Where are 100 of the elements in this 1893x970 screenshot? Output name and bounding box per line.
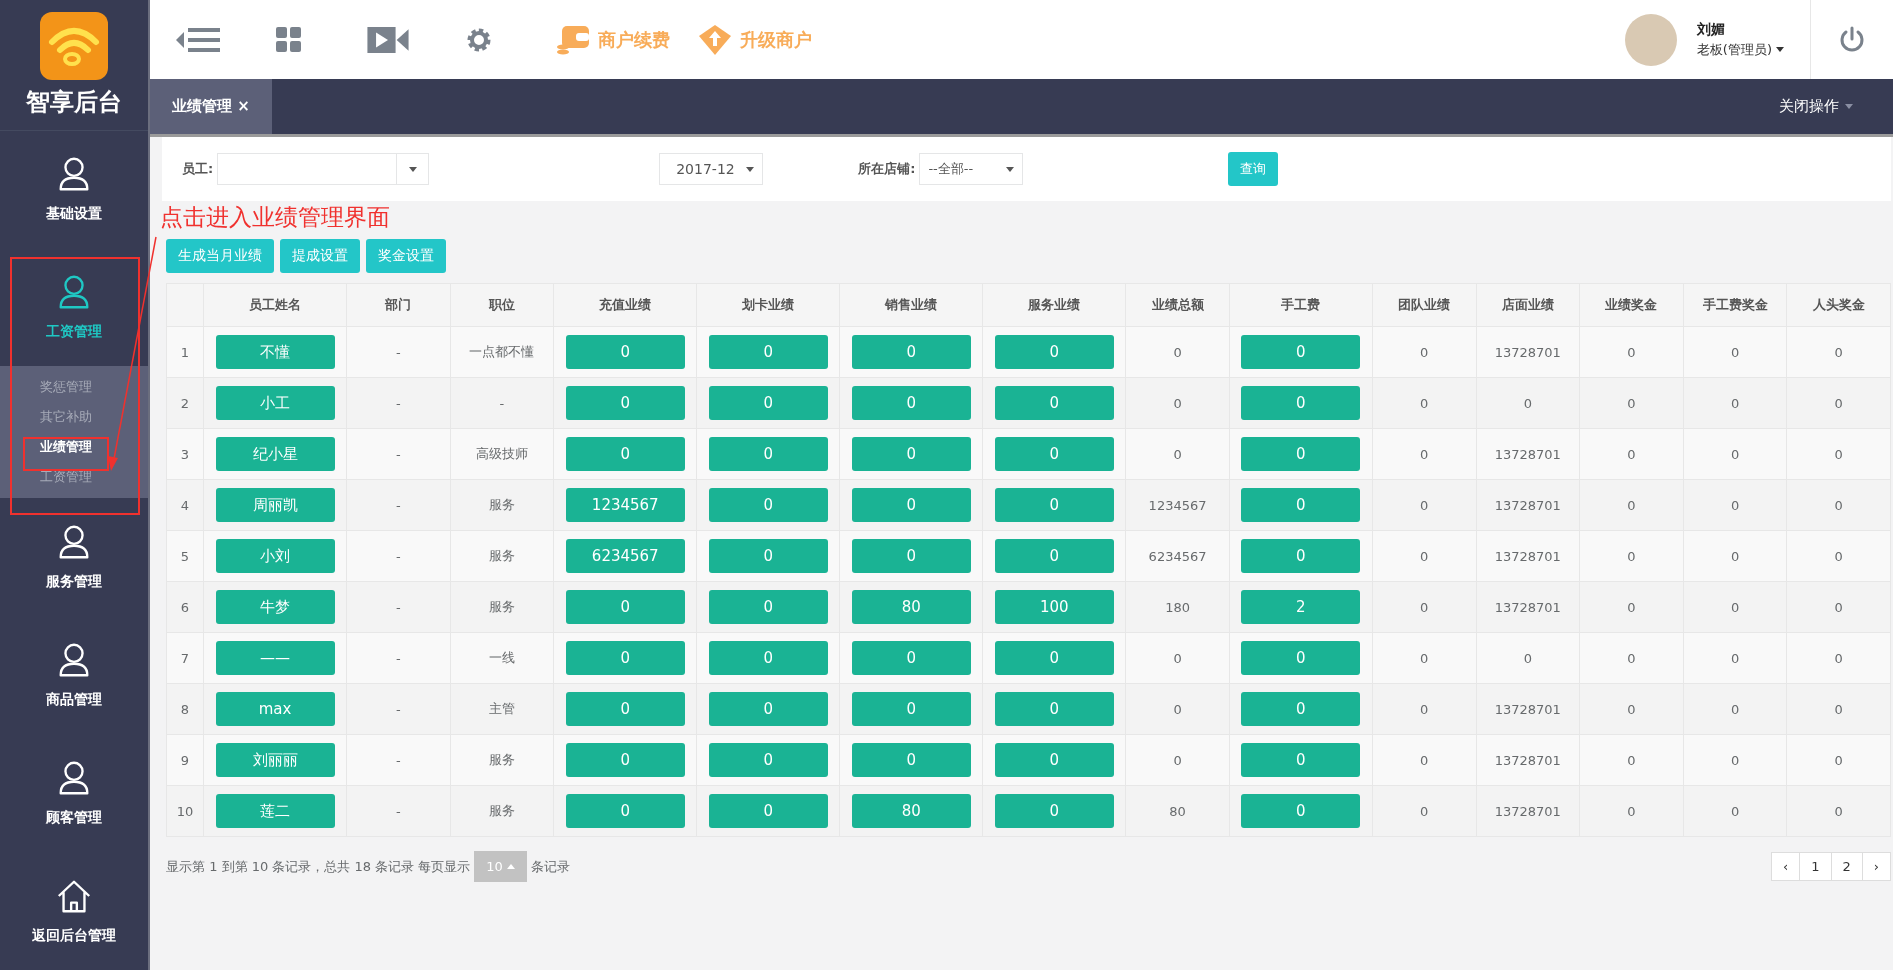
sidebar-item[interactable]: 商品管理 [0,616,148,735]
value-button[interactable]: 2 [1241,590,1361,624]
value-button[interactable]: 0 [708,488,828,522]
value-button[interactable]: 80 [851,590,971,624]
value-button[interactable]: 纪小星 [215,437,335,471]
value-button[interactable]: 0 [1241,437,1361,471]
value-button[interactable]: 0 [994,794,1114,828]
value-button[interactable]: 0 [1241,335,1361,369]
value-button[interactable]: 0 [994,437,1114,471]
value-button[interactable]: 0 [851,692,971,726]
query-button[interactable]: 查询 [1228,152,1279,186]
value-button[interactable]: 小刘 [215,539,335,573]
value-button[interactable]: 0 [708,692,828,726]
value-button[interactable]: 0 [851,335,971,369]
value-button[interactable]: 0 [994,641,1114,675]
value-button[interactable]: 0 [1241,794,1361,828]
value-button[interactable]: 0 [994,692,1114,726]
page-button[interactable]: 2 [1830,852,1863,881]
value-button[interactable]: 0 [851,437,971,471]
user-role-menu[interactable]: 老板(管理员) [1696,40,1784,59]
value-button[interactable]: 0 [994,386,1114,420]
table-cell: 13728701 [1494,446,1561,462]
value-button[interactable]: 0 [1241,488,1361,522]
value-button[interactable]: 周丽凯 [215,488,335,522]
grid-icon[interactable] [276,26,302,53]
value-button[interactable]: 0 [851,641,971,675]
value-button[interactable]: 0 [565,641,685,675]
close-operations-menu[interactable]: 关闭操作 [1779,79,1893,134]
table-cell: 0 [1420,446,1429,462]
value-button[interactable]: 0 [994,488,1114,522]
action-button[interactable]: 生成当月业绩 [166,239,274,273]
value-button[interactable]: 0 [994,743,1114,777]
table-cell: 80 [1169,803,1186,819]
value-button[interactable]: 0 [1241,386,1361,420]
video-icon[interactable] [366,26,410,53]
value-button[interactable]: 0 [1241,539,1361,573]
table-cell: 0 [1834,752,1843,768]
submenu-item[interactable]: 业绩管理 [0,432,92,463]
settings-icon[interactable] [466,26,492,53]
value-button[interactable]: 莲二 [215,794,335,828]
value-button[interactable]: 0 [994,335,1114,369]
power-icon[interactable] [1839,25,1865,54]
page-size-select[interactable]: 10 [474,851,527,882]
value-button[interactable]: 不懂 [215,335,335,369]
caret-icon [1776,47,1784,52]
previous-page-button[interactable]: ‹ [1771,852,1801,881]
action-button[interactable]: 奖金设置 [366,239,446,273]
table-cell: 0 [1420,548,1429,564]
value-button[interactable]: 0 [851,386,971,420]
value-button[interactable]: 1234567 [565,488,685,522]
value-button[interactable]: 小工 [215,386,335,420]
page-button[interactable]: 1 [1799,852,1832,881]
toolbar-link[interactable]: 升级商户 [698,23,812,56]
value-button[interactable]: 100 [994,590,1114,624]
value-button[interactable]: 0 [851,539,971,573]
row-number: 5 [180,548,190,564]
submenu-item[interactable]: 奖惩管理 [0,372,92,403]
store-select[interactable]: --全部-- [919,153,1024,185]
value-button[interactable]: 6234567 [565,539,685,573]
value-button[interactable]: 0 [708,335,828,369]
value-button[interactable]: 80 [851,794,971,828]
value-button[interactable]: 0 [708,590,828,624]
value-button[interactable]: 0 [708,437,828,471]
value-button[interactable]: 0 [565,743,685,777]
value-button[interactable]: 0 [708,794,828,828]
month-select[interactable]: 2017-12 [659,153,764,185]
value-button[interactable]: 0 [565,386,685,420]
value-button[interactable]: 0 [565,590,685,624]
submenu-item[interactable]: 其它补助 [0,402,92,433]
value-button[interactable]: 0 [708,641,828,675]
value-button[interactable]: 0 [565,335,685,369]
value-button[interactable]: 0 [565,692,685,726]
sidebar-item[interactable]: 服务管理 [0,498,148,617]
value-button[interactable]: 0 [708,743,828,777]
action-button[interactable]: 提成设置 [280,239,360,273]
sidebar-item[interactable]: 工资管理 [0,248,148,367]
sidebar-item[interactable]: 返回后台管理 [0,852,148,970]
value-button[interactable]: 刘丽丽 [215,743,335,777]
value-button[interactable]: 0 [1241,641,1361,675]
toolbar-link[interactable]: 商户续费 [556,23,670,56]
employee-field[interactable] [217,153,398,185]
value-button[interactable]: 牛梦 [215,590,335,624]
value-button[interactable]: 0 [1241,692,1361,726]
sidebar-item[interactable]: 基础设置 [0,130,148,249]
value-button[interactable]: max [215,692,335,726]
menu-icon[interactable] [176,26,220,53]
page-tab[interactable]: 业绩管理 × [150,79,272,134]
value-button[interactable]: 0 [994,539,1114,573]
value-button[interactable]: 0 [1241,743,1361,777]
value-button[interactable]: 0 [565,437,685,471]
next-page-button[interactable]: › [1861,852,1891,881]
value-button[interactable]: 0 [565,794,685,828]
value-button[interactable]: 0 [708,386,828,420]
submenu-item[interactable]: 工资管理 [0,462,92,493]
sidebar-item[interactable]: 顾客管理 [0,734,148,853]
value-button[interactable]: 0 [708,539,828,573]
table-cell: 13728701 [1494,752,1561,768]
value-button[interactable]: 0 [851,743,971,777]
value-button[interactable]: —— [215,641,335,675]
value-button[interactable]: 0 [851,488,971,522]
